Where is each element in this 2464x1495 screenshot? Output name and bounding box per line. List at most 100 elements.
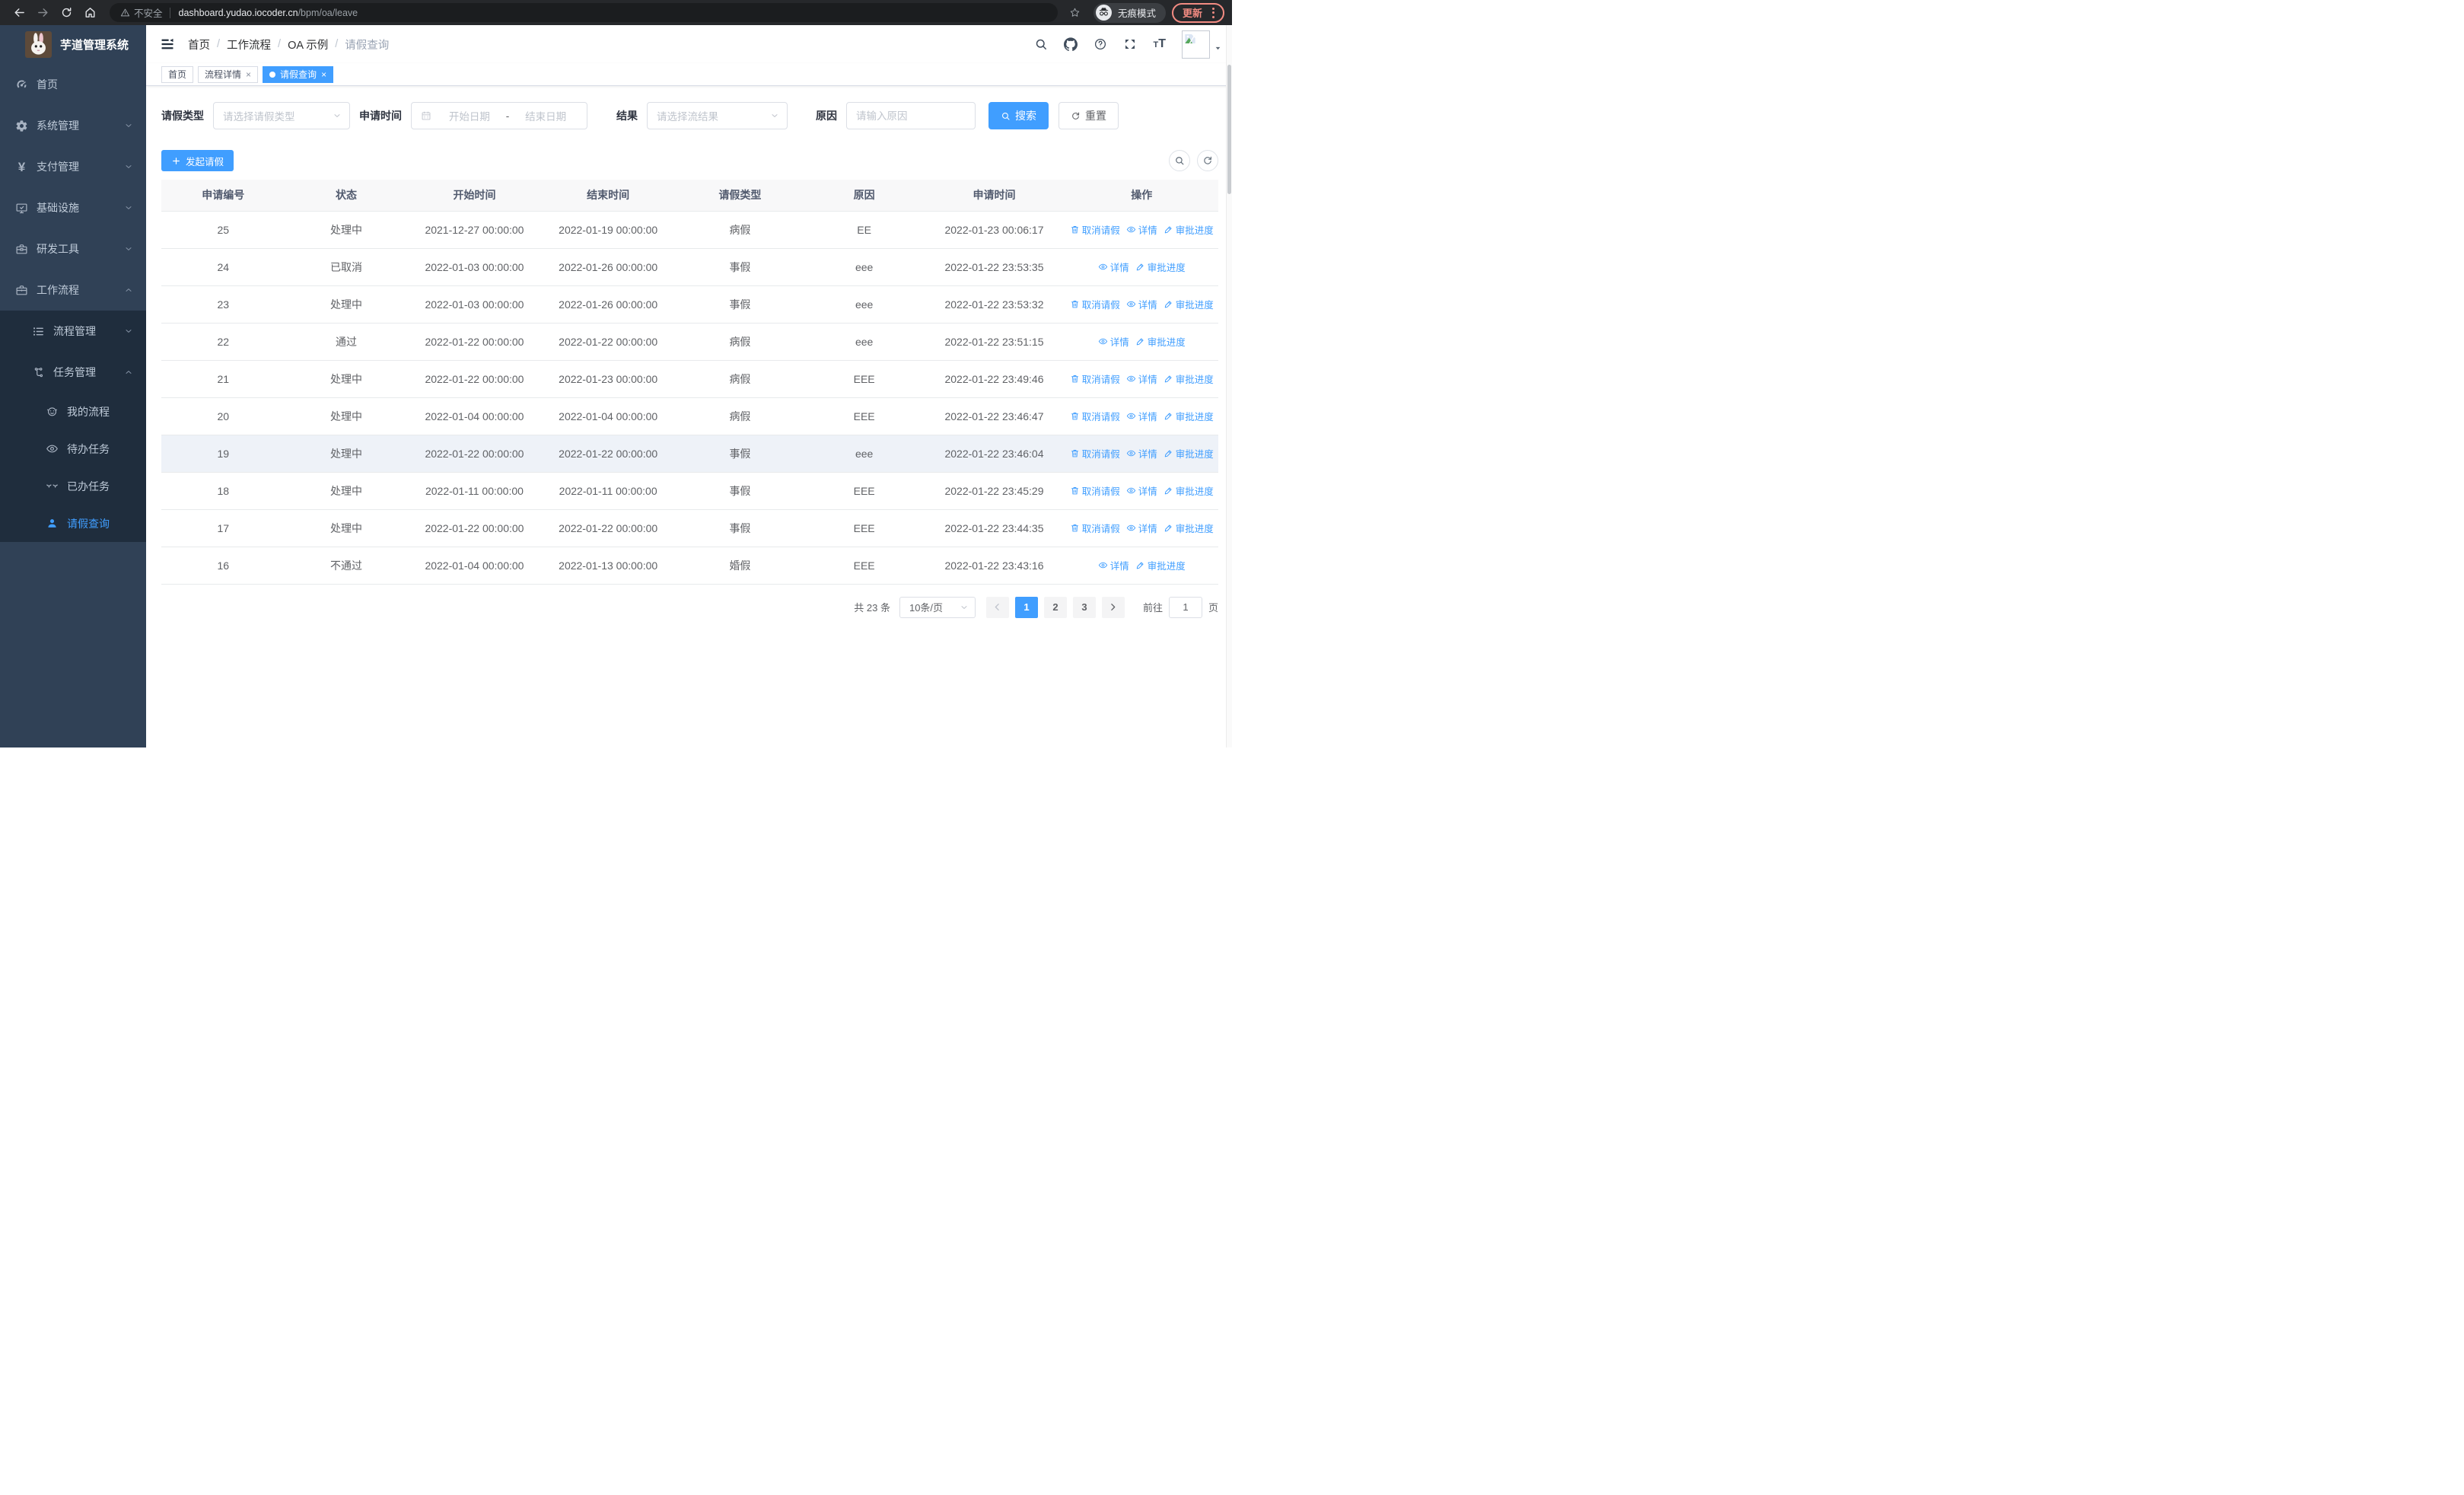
browser-menu-dots-icon[interactable] — [1211, 6, 1216, 20]
search-icon[interactable] — [1034, 37, 1048, 51]
bookmark-star-icon[interactable] — [1069, 7, 1081, 18]
github-icon[interactable] — [1064, 37, 1078, 51]
detail-link[interactable]: 详情 — [1126, 483, 1157, 498]
forward-icon[interactable] — [37, 6, 49, 19]
fullscreen-icon[interactable] — [1123, 37, 1137, 51]
cancel-leave-link[interactable]: 取消请假 — [1070, 222, 1120, 237]
warning-icon — [120, 8, 130, 18]
table-cell: 2022-01-22 00:00:00 — [407, 509, 542, 547]
sidebar-item-task-mgmt[interactable]: 任务管理 — [0, 352, 146, 393]
detail-link[interactable]: 详情 — [1098, 558, 1129, 572]
table-cell: 已取消 — [285, 248, 408, 286]
breadcrumb-separator: / — [335, 38, 339, 50]
reset-button[interactable]: 重置 — [1059, 102, 1119, 129]
page-button-1[interactable]: 1 — [1014, 596, 1038, 618]
tag-leave-query[interactable]: 请假查询 × — [263, 65, 334, 83]
scrollbar-thumb[interactable] — [1227, 65, 1231, 194]
app-logo[interactable]: 芋道管理系统 — [0, 25, 146, 64]
sidebar-item-system[interactable]: 系统管理 — [0, 105, 146, 146]
tag-process-detail[interactable]: 流程详情 × — [198, 65, 259, 83]
home-icon[interactable] — [84, 6, 97, 19]
breadcrumb-item-oa[interactable]: OA 示例 — [288, 37, 328, 53]
sidebar-item-workflow[interactable]: 工作流程 — [0, 269, 146, 311]
sidebar-item-infra[interactable]: 基础设施 — [0, 187, 146, 228]
apply-time-range-picker[interactable]: 开始日期 - 结束日期 — [411, 102, 587, 129]
eye-icon — [1126, 299, 1136, 309]
page-button-2[interactable]: 2 — [1043, 596, 1067, 618]
approval-progress-link[interactable]: 审批进度 — [1164, 409, 1214, 423]
sidebar-item-done-tasks[interactable]: 已办任务 — [0, 467, 146, 505]
approval-progress-link[interactable]: 审批进度 — [1164, 371, 1214, 386]
cancel-leave-link[interactable]: 取消请假 — [1070, 371, 1120, 386]
breadcrumb-item-home[interactable]: 首页 — [188, 37, 210, 53]
table-cell: 事假 — [675, 435, 805, 473]
user-avatar[interactable] — [1182, 30, 1221, 59]
approval-progress-link[interactable]: 审批进度 — [1164, 483, 1214, 498]
caret-down-icon — [1214, 45, 1221, 52]
goto-page-input[interactable] — [1168, 596, 1202, 618]
cancel-leave-link[interactable]: 取消请假 — [1070, 409, 1120, 423]
refresh-table-button[interactable] — [1197, 150, 1218, 171]
reason-input[interactable] — [846, 102, 976, 129]
back-icon[interactable] — [13, 6, 26, 19]
page-button-3[interactable]: 3 — [1072, 596, 1096, 618]
goto-page: 前往 页 — [1143, 596, 1218, 618]
approval-progress-link[interactable]: 审批进度 — [1164, 446, 1214, 461]
detail-link[interactable]: 详情 — [1126, 222, 1157, 237]
sidebar-item-label: 请假查询 — [67, 517, 110, 530]
sidebar-collapse-icon[interactable] — [160, 37, 175, 52]
main: 首页 / 工作流程 / OA 示例 / 请假查询 TT 首页 流程详情 × 请假… — [146, 25, 1232, 748]
approval-progress-link[interactable]: 审批进度 — [1135, 260, 1186, 274]
approval-progress-link[interactable]: 审批进度 — [1164, 222, 1214, 237]
reload-icon[interactable] — [60, 6, 73, 19]
sidebar-item-label: 支付管理 — [37, 161, 79, 173]
page-size-select[interactable]: 10条/页 — [899, 596, 976, 618]
sidebar-item-home[interactable]: 首页 — [0, 64, 146, 105]
detail-link[interactable]: 详情 — [1126, 521, 1157, 535]
cancel-leave-link[interactable]: 取消请假 — [1070, 446, 1120, 461]
result-select[interactable]: 请选择流结果 — [647, 102, 788, 129]
table-cell: EEE — [804, 547, 924, 585]
refresh-icon — [1071, 111, 1081, 121]
sidebar-item-todo-tasks[interactable]: 待办任务 — [0, 430, 146, 467]
detail-link[interactable]: 详情 — [1126, 409, 1157, 423]
table-cell: eee — [804, 248, 924, 286]
leave-type-select[interactable]: 请选择请假类型 — [213, 102, 350, 129]
sidebar-item-dev-tools[interactable]: 研发工具 — [0, 228, 146, 269]
detail-link[interactable]: 详情 — [1126, 446, 1157, 461]
approval-progress-link[interactable]: 审批进度 — [1135, 558, 1186, 572]
sidebar-item-my-process[interactable]: 我的流程 — [0, 393, 146, 430]
search-button[interactable]: 搜索 — [988, 102, 1049, 129]
close-icon[interactable]: × — [321, 70, 326, 79]
url-bar[interactable]: 不安全 dashboard.yudao.iocoder.cn/bpm/oa/le… — [110, 3, 1058, 22]
approval-progress-link[interactable]: 审批进度 — [1164, 521, 1214, 535]
table-cell: 事假 — [675, 248, 805, 286]
close-icon[interactable]: × — [246, 70, 251, 79]
detail-link[interactable]: 详情 — [1126, 371, 1157, 386]
cancel-leave-link[interactable]: 取消请假 — [1070, 297, 1120, 311]
cancel-leave-link[interactable]: 取消请假 — [1070, 521, 1120, 535]
next-page-button[interactable] — [1101, 596, 1125, 618]
update-button[interactable]: 更新 — [1171, 2, 1224, 23]
breadcrumb-item-workflow[interactable]: 工作流程 — [227, 37, 271, 53]
prev-page-button[interactable] — [985, 596, 1009, 618]
detail-link[interactable]: 详情 — [1098, 334, 1129, 349]
page-size-value: 10条/页 — [909, 602, 944, 614]
tag-home[interactable]: 首页 — [161, 65, 194, 83]
toggle-search-button[interactable] — [1169, 150, 1190, 171]
start-date-placeholder: 开始日期 — [448, 111, 490, 123]
help-icon[interactable] — [1094, 37, 1107, 51]
incognito-icon — [1095, 5, 1112, 21]
approval-progress-link[interactable]: 审批进度 — [1164, 297, 1214, 311]
detail-link[interactable]: 详情 — [1098, 260, 1129, 274]
sidebar-item-pay[interactable]: ¥ 支付管理 — [0, 146, 146, 187]
sidebar-item-leave-query[interactable]: 请假查询 — [0, 505, 146, 542]
create-leave-button[interactable]: 发起请假 — [161, 150, 234, 171]
sidebar-item-process-mgmt[interactable]: 流程管理 — [0, 311, 146, 352]
approval-progress-link[interactable]: 审批进度 — [1135, 334, 1186, 349]
cancel-leave-link[interactable]: 取消请假 — [1070, 483, 1120, 498]
font-size-icon[interactable]: TT — [1153, 38, 1166, 50]
edit-icon — [1164, 374, 1173, 384]
detail-link[interactable]: 详情 — [1126, 297, 1157, 311]
page-scrollbar[interactable] — [1226, 25, 1232, 748]
